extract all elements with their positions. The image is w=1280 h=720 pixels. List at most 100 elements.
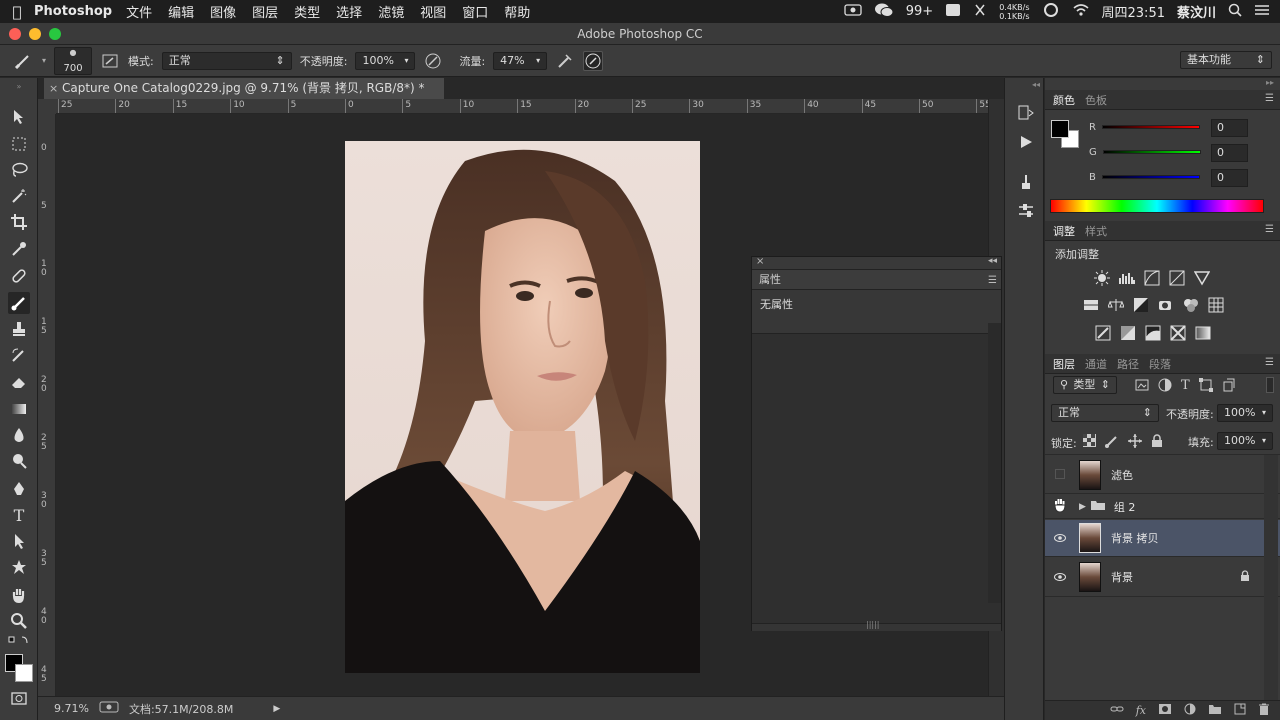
tab-layers[interactable]: 图层 (1053, 356, 1075, 372)
dock-expand-icon[interactable]: ◂◂ (1005, 80, 1043, 90)
menu-file[interactable]: 文件 (126, 2, 152, 21)
vertical-ruler[interactable]: 0 5 10 15 20 25 30 35 40 45 (38, 114, 56, 696)
eraser-tool-icon[interactable] (8, 371, 30, 393)
tool-presets-panel-icon[interactable] (1017, 202, 1035, 223)
horizontal-ruler[interactable]: 2520151050510152025303540455055 (56, 99, 988, 114)
opacity-field[interactable]: 100% ▾ (355, 51, 416, 70)
menu-help[interactable]: 帮助 (504, 2, 530, 21)
swap-colors-icon[interactable] (8, 634, 30, 648)
lock-transparent-icon[interactable] (1083, 434, 1096, 451)
status-info-icon[interactable] (99, 701, 119, 716)
tool-preset-chevron-icon[interactable]: ▾ (42, 56, 46, 65)
gradient-tool-icon[interactable] (8, 398, 30, 420)
panel-menu-icon[interactable]: ☰ (1265, 357, 1274, 368)
link-layers-icon[interactable] (1110, 704, 1124, 717)
group-name[interactable]: 组 2 (1114, 499, 1136, 515)
hand-tool-icon[interactable] (8, 584, 30, 606)
menu-edit[interactable]: 编辑 (168, 2, 194, 21)
lock-position-icon[interactable] (1128, 434, 1142, 451)
brush-presets-panel-icon[interactable] (1017, 173, 1035, 194)
filter-type-icon[interactable]: T (1181, 378, 1190, 395)
app-menu[interactable]: Photoshop (34, 4, 112, 19)
close-document-icon[interactable]: × (49, 78, 58, 99)
clock[interactable]: 周四23:51 (1102, 2, 1165, 21)
tab-swatches[interactable]: 色板 (1085, 92, 1107, 108)
lasso-tool-icon[interactable] (8, 159, 30, 181)
zoom-level[interactable]: 9.71% (54, 702, 89, 715)
gradient-map-icon[interactable] (1195, 325, 1211, 341)
creative-cloud-icon[interactable] (1042, 2, 1060, 21)
levels-icon[interactable] (1119, 270, 1135, 286)
crop-tool-icon[interactable] (8, 211, 30, 233)
menu-select[interactable]: 选择 (336, 2, 362, 21)
filter-toggle-switch[interactable] (1266, 377, 1274, 393)
color-fg-swatch[interactable] (1051, 120, 1069, 138)
layer-row[interactable]: 滤色 (1045, 457, 1280, 494)
lock-all-icon[interactable] (1151, 434, 1163, 451)
layer-fill-field[interactable]: 100% ▾ (1217, 432, 1273, 450)
layer-row[interactable]: 背景 (1045, 558, 1280, 597)
eyedropper-tool-icon[interactable] (8, 238, 30, 260)
vibrance-icon[interactable] (1194, 270, 1210, 286)
layer-group-row[interactable]: ▶ 组 2 (1045, 495, 1280, 519)
layer-name[interactable]: 滤色 (1111, 467, 1133, 483)
minimize-window-button[interactable] (29, 28, 41, 40)
eye-icon[interactable] (1045, 532, 1075, 545)
wifi-icon[interactable] (1072, 3, 1090, 21)
delete-layer-icon[interactable] (1258, 703, 1270, 718)
eye-icon[interactable] (1045, 571, 1075, 584)
filter-shape-icon[interactable] (1198, 378, 1213, 395)
flow-field[interactable]: 47% ▾ (493, 51, 548, 70)
move-tool-icon[interactable] (8, 106, 30, 128)
brightness-contrast-icon[interactable] (1094, 270, 1110, 286)
marquee-tool-icon[interactable] (8, 133, 30, 155)
actions-panel-icon[interactable] (1017, 133, 1035, 154)
black-white-icon[interactable] (1133, 297, 1149, 313)
dodge-tool-icon[interactable] (8, 450, 30, 472)
spotlight-search-icon[interactable] (1228, 3, 1242, 21)
brush-size-picker[interactable]: ● 700 (54, 46, 93, 75)
panel-menu-icon[interactable]: ☰ (1265, 224, 1274, 235)
layer-name[interactable]: 背景 拷贝 (1111, 530, 1159, 546)
tab-paths[interactable]: 路径 (1117, 356, 1139, 372)
brush-preset-icon[interactable] (14, 51, 34, 71)
new-group-icon[interactable] (1208, 703, 1222, 718)
user-name[interactable]: 蔡汶川 (1177, 2, 1216, 21)
lock-pixels-icon[interactable] (1105, 434, 1119, 451)
notification-center-icon[interactable] (1254, 4, 1270, 20)
green-value-field[interactable]: 0 (1211, 144, 1248, 162)
magic-wand-tool-icon[interactable] (8, 185, 30, 207)
clone-stamp-tool-icon[interactable] (8, 318, 30, 340)
properties-scrollbar[interactable] (988, 323, 1001, 603)
menu-image[interactable]: 图像 (210, 2, 236, 21)
history-brush-tool-icon[interactable] (8, 345, 30, 367)
document-image[interactable] (345, 141, 700, 673)
zoom-window-button[interactable] (49, 28, 61, 40)
tab-styles[interactable]: 样式 (1085, 223, 1107, 239)
filter-adjustment-icon[interactable] (1158, 378, 1172, 395)
workspace-switcher[interactable]: 基本功能 ⇕ (1180, 51, 1272, 69)
layer-row-selected[interactable]: 背景 拷贝 (1045, 520, 1280, 557)
tab-adjustments[interactable]: 调整 (1053, 223, 1075, 239)
menu-window[interactable]: 窗口 (462, 2, 488, 21)
red-slider[interactable] (1101, 125, 1200, 129)
layer-lock-icon[interactable] (1240, 569, 1250, 585)
ruler-origin[interactable] (38, 99, 56, 114)
blend-mode-select[interactable]: 正常 ⇕ (161, 51, 292, 70)
blur-tool-icon[interactable] (8, 424, 30, 446)
apple-menu-icon[interactable]:  (0, 3, 34, 21)
panel-menu-icon[interactable]: ☰ (1265, 93, 1274, 104)
invert-icon[interactable] (1095, 325, 1111, 341)
posterize-icon[interactable] (1120, 325, 1136, 341)
layer-style-fx-icon[interactable]: fx (1136, 704, 1146, 717)
color-lookup-icon[interactable] (1208, 297, 1224, 313)
layer-opacity-field[interactable]: 100% ▾ (1217, 404, 1273, 422)
color-balance-icon[interactable] (1108, 297, 1124, 313)
collapse-panel-icon[interactable]: ◂◂ (988, 256, 997, 266)
menu-filter[interactable]: 滤镜 (378, 2, 404, 21)
color-spectrum-ramp[interactable] (1050, 199, 1264, 213)
exposure-icon[interactable] (1169, 270, 1185, 286)
layer-blend-mode-select[interactable]: 正常 ⇕ (1051, 404, 1159, 422)
zoom-tool-icon[interactable] (8, 610, 30, 632)
menu-layer[interactable]: 图层 (252, 2, 278, 21)
